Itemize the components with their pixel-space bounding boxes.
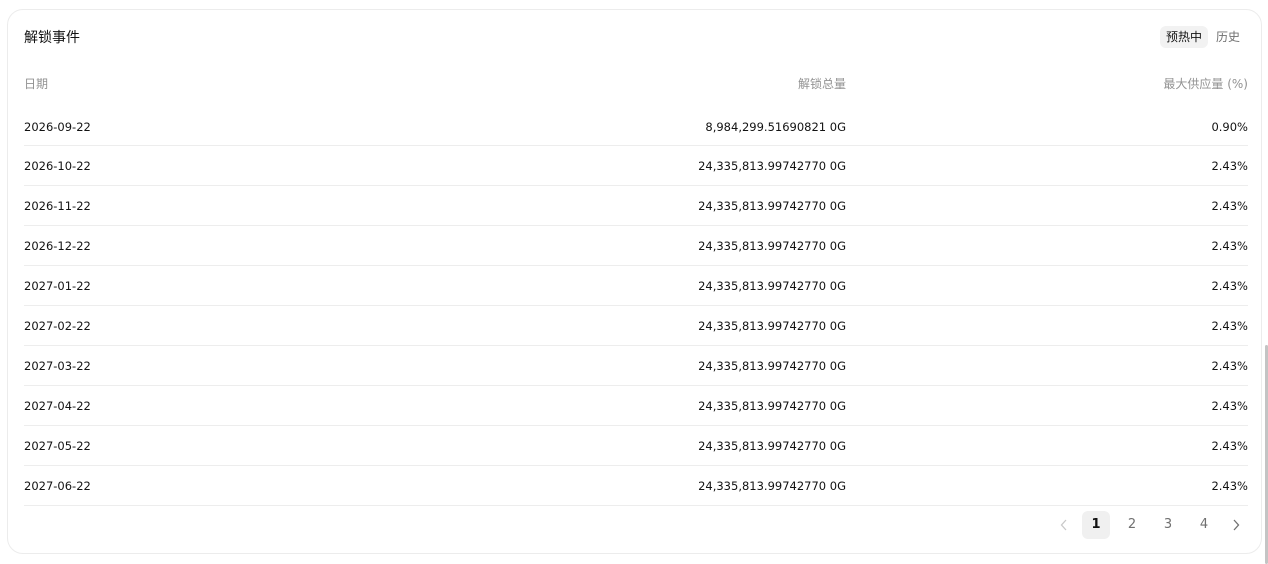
cell-pct: 2.43% bbox=[1211, 158, 1248, 173]
cell-amount: 24,335,813.99742770 0G bbox=[698, 398, 846, 413]
table-row: 2027-03-22 24,335,813.99742770 0G 2.43% bbox=[24, 346, 1248, 386]
table-row: 2027-02-22 24,335,813.99742770 0G 2.43% bbox=[24, 306, 1248, 346]
table-row: 2027-01-22 24,335,813.99742770 0G 2.43% bbox=[24, 266, 1248, 306]
cell-pct: 2.43% bbox=[1211, 438, 1248, 453]
cell-pct: 2.43% bbox=[1211, 478, 1248, 493]
table-row: 2027-04-22 24,335,813.99742770 0G 2.43% bbox=[24, 386, 1248, 426]
header-pct: 最大供应量 (%) bbox=[1163, 76, 1248, 91]
cell-pct: 2.43% bbox=[1211, 358, 1248, 373]
cell-date: 2027-01-22 bbox=[24, 278, 91, 293]
page-button-3[interactable]: 3 bbox=[1154, 511, 1182, 539]
cell-amount: 24,335,813.99742770 0G bbox=[698, 438, 846, 453]
cell-pct: 2.43% bbox=[1211, 398, 1248, 413]
cell-amount: 24,335,813.99742770 0G bbox=[698, 318, 846, 333]
cell-amount: 24,335,813.99742770 0G bbox=[698, 478, 846, 493]
table-row: 2026-10-22 24,335,813.99742770 0G 2.43% bbox=[24, 146, 1248, 186]
cell-amount: 24,335,813.99742770 0G bbox=[698, 278, 846, 293]
tab-history[interactable]: 历史 bbox=[1210, 26, 1246, 48]
card-title: 解锁事件 bbox=[24, 30, 80, 46]
cell-date: 2027-04-22 bbox=[24, 398, 91, 413]
cell-amount: 24,335,813.99742770 0G bbox=[698, 358, 846, 373]
cell-date: 2027-06-22 bbox=[24, 478, 91, 493]
page-button-2[interactable]: 2 bbox=[1118, 511, 1146, 539]
cell-pct: 2.43% bbox=[1211, 318, 1248, 333]
cell-pct: 2.43% bbox=[1211, 278, 1248, 293]
unlock-table: 日期 解锁总量 最大供应量 (%) 2026-09-22 8,984,299.5… bbox=[24, 70, 1248, 506]
cell-date: 2027-03-22 bbox=[24, 358, 91, 373]
cell-date: 2027-05-22 bbox=[24, 438, 91, 453]
cell-date: 2026-12-22 bbox=[24, 238, 91, 253]
table-row: 2027-05-22 24,335,813.99742770 0G 2.43% bbox=[24, 426, 1248, 466]
cell-pct: 2.43% bbox=[1211, 238, 1248, 253]
header-date: 日期 bbox=[24, 76, 49, 91]
tab-group: 预热中 历史 bbox=[1159, 26, 1246, 48]
table-header: 日期 解锁总量 最大供应量 (%) bbox=[24, 70, 1248, 96]
table-body: 2026-09-22 8,984,299.51690821 0G 0.90% 2… bbox=[24, 108, 1248, 506]
cell-amount: 24,335,813.99742770 0G bbox=[698, 158, 846, 173]
table-row: 2026-12-22 24,335,813.99742770 0G 2.43% bbox=[24, 226, 1248, 266]
cell-date: 2026-11-22 bbox=[24, 198, 91, 213]
page-button-4[interactable]: 4 bbox=[1190, 511, 1218, 539]
chevron-right-icon[interactable] bbox=[1226, 511, 1246, 539]
chevron-left-icon[interactable] bbox=[1054, 511, 1074, 539]
cell-date: 2027-02-22 bbox=[24, 318, 91, 333]
cell-amount: 8,984,299.51690821 0G bbox=[705, 119, 846, 134]
tab-upcoming[interactable]: 预热中 bbox=[1159, 26, 1208, 48]
cell-pct: 0.90% bbox=[1211, 119, 1248, 134]
table-row: 2026-09-22 8,984,299.51690821 0G 0.90% bbox=[24, 108, 1248, 146]
table-row: 2026-11-22 24,335,813.99742770 0G 2.43% bbox=[24, 186, 1248, 226]
cell-amount: 24,335,813.99742770 0G bbox=[698, 238, 846, 253]
header-amount: 解锁总量 bbox=[797, 76, 846, 91]
pagination: 1 2 3 4 bbox=[1054, 511, 1246, 539]
cell-date: 2026-09-22 bbox=[24, 119, 91, 134]
table-row: 2027-06-22 24,335,813.99742770 0G 2.43% bbox=[24, 466, 1248, 506]
page-button-1[interactable]: 1 bbox=[1082, 511, 1110, 539]
cell-pct: 2.43% bbox=[1211, 198, 1248, 213]
cell-date: 2026-10-22 bbox=[24, 158, 91, 173]
cell-amount: 24,335,813.99742770 0G bbox=[698, 198, 846, 213]
unlock-events-card: 解锁事件 预热中 历史 日期 解锁总量 最大供应量 (%) 2026-09-22… bbox=[7, 9, 1262, 554]
